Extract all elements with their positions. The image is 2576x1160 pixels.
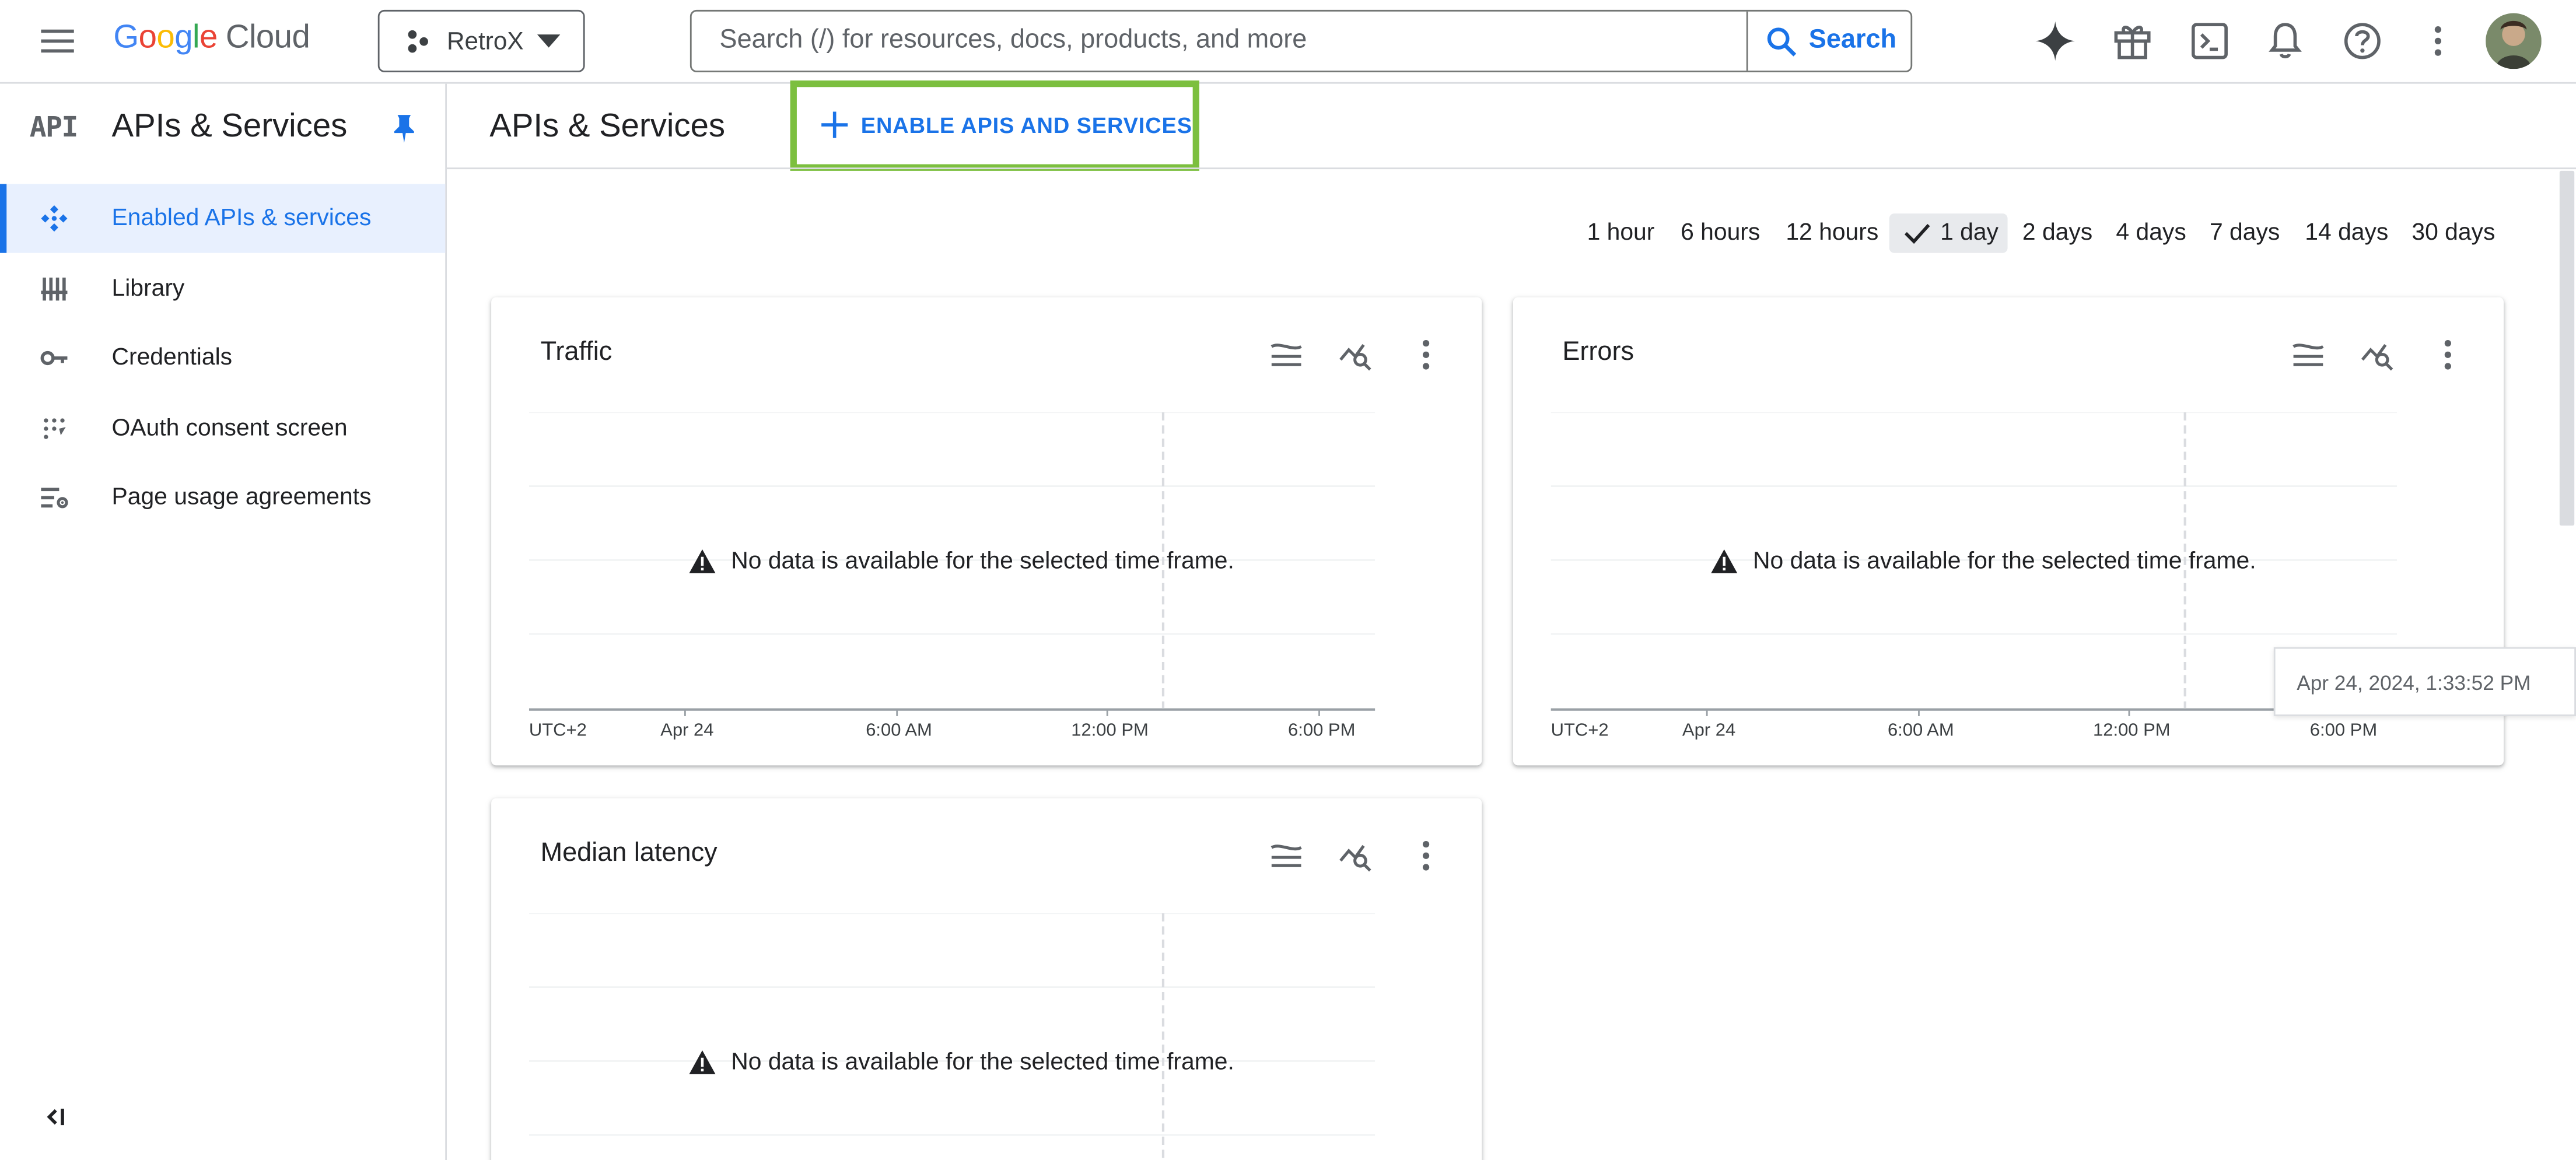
range-7-days[interactable]: 7 days [2196, 213, 2291, 253]
top-bar: Google Cloud RetroX Search [0, 0, 2576, 84]
google-cloud-logo[interactable]: Google Cloud [113, 20, 310, 58]
page-usage-icon [41, 488, 68, 509]
oauth-icon [44, 418, 66, 439]
x-tick-label: 12:00 PM [1071, 721, 1149, 741]
project-name: RetroX [447, 27, 524, 56]
explore-query-icon[interactable] [2359, 337, 2395, 373]
sidebar: API APIs & Services Enabled APIs & servi… [0, 83, 447, 1160]
check-icon [1904, 223, 1930, 244]
legend-toggle-icon[interactable] [1268, 337, 1304, 373]
x-tick-label: 12:00 PM [2093, 721, 2171, 741]
collapse-sidebar-icon[interactable] [41, 1102, 71, 1132]
avatar-image [2486, 13, 2542, 69]
sidebar-item-credentials[interactable]: Credentials [0, 324, 445, 392]
key-icon [40, 351, 68, 366]
page-title: APIs & Services [489, 108, 726, 145]
project-icon [408, 30, 428, 53]
enabled-apis-icon [41, 205, 68, 232]
range-1-day[interactable]: 1 day [1889, 213, 2008, 253]
explore-query-icon[interactable] [1337, 837, 1373, 874]
chevron-down-icon [537, 34, 561, 48]
card-title: Errors [1562, 338, 1634, 367]
help-icon[interactable] [2341, 20, 2384, 62]
chart-hover-tooltip: Apr 24, 2024, 1:33:52 PM [2273, 647, 2576, 716]
no-data-message: No data is available for the selected ti… [688, 545, 1234, 578]
latency-chart-area [528, 913, 1376, 1160]
sidebar-item-library[interactable]: Library [0, 255, 445, 324]
warning-icon [689, 1050, 716, 1074]
explore-query-icon[interactable] [1337, 337, 1373, 373]
search-input[interactable] [691, 11, 1746, 71]
api-logo-icon: API [29, 111, 79, 145]
library-icon [41, 277, 68, 301]
timezone-label: UTC+2 [1550, 721, 1609, 741]
x-tick-label: Apr 24 [1682, 721, 1736, 741]
header-divider [447, 167, 2576, 170]
no-data-message: No data is available for the selected ti… [688, 1046, 1234, 1079]
timezone-label: UTC+2 [528, 721, 587, 741]
main-menu-icon[interactable] [36, 22, 79, 61]
legend-toggle-icon[interactable] [2290, 337, 2326, 373]
median-latency-card: Median latency No data is available for … [491, 798, 1482, 1160]
range-30-days[interactable]: 30 days [2399, 213, 2507, 253]
sidebar-item-enabled-apis[interactable]: Enabled APIs & services [0, 184, 446, 253]
card-title: Traffic [540, 338, 612, 367]
range-2-days[interactable]: 2 days [2009, 213, 2103, 253]
more-vert-icon[interactable] [2417, 20, 2459, 62]
warning-icon [689, 549, 716, 573]
gift-icon[interactable] [2111, 20, 2154, 62]
range-1-hour[interactable]: 1 hour [1574, 213, 1668, 253]
warning-icon [1711, 549, 1738, 573]
sidebar-item-oauth[interactable]: OAuth consent screen [0, 394, 445, 463]
more-vert-icon[interactable] [1408, 337, 1444, 373]
search-bar: Search [690, 9, 1913, 72]
range-4-days[interactable]: 4 days [2103, 213, 2197, 253]
x-tick-label: 6:00 AM [1887, 721, 1954, 741]
legend-toggle-icon[interactable] [1268, 837, 1304, 874]
more-vert-icon[interactable] [1408, 837, 1444, 874]
range-12-hours[interactable]: 12 hours [1773, 213, 1889, 253]
pin-icon[interactable] [391, 113, 417, 143]
plus-icon [821, 111, 848, 138]
more-vert-icon[interactable] [2430, 337, 2466, 373]
cloud-shell-icon[interactable] [2188, 20, 2231, 62]
notifications-icon[interactable] [2264, 20, 2306, 62]
range-14-days[interactable]: 14 days [2292, 213, 2399, 253]
avatar[interactable] [2486, 13, 2542, 69]
enable-apis-button[interactable]: ENABLE APIS AND SERVICES [815, 99, 1192, 155]
console-window: Google Cloud RetroX Search (/) for resou… [0, 0, 2576, 1160]
x-tick-label: 6:00 AM [866, 721, 932, 741]
card-title: Median latency [540, 839, 718, 868]
no-data-message: No data is available for the selected ti… [1710, 545, 2256, 578]
range-6-hours[interactable]: 6 hours [1668, 213, 1773, 253]
project-picker[interactable]: RetroX [377, 9, 585, 72]
scrollbar-thumb[interactable] [2559, 170, 2575, 526]
search-button[interactable]: Search [1746, 11, 1911, 71]
gemini-icon[interactable] [2034, 20, 2077, 62]
sidebar-item-page-usage[interactable]: Page usage agreements [0, 463, 445, 532]
x-tick-label: 6:00 PM [1288, 721, 1356, 741]
sidebar-title: APIs & Services [111, 108, 348, 145]
traffic-card: Traffic No data is available for the sel… [491, 297, 1482, 766]
x-tick-label: 6:00 PM [2309, 721, 2378, 741]
search-icon [1767, 27, 1797, 57]
x-tick-label: Apr 24 [660, 721, 714, 741]
